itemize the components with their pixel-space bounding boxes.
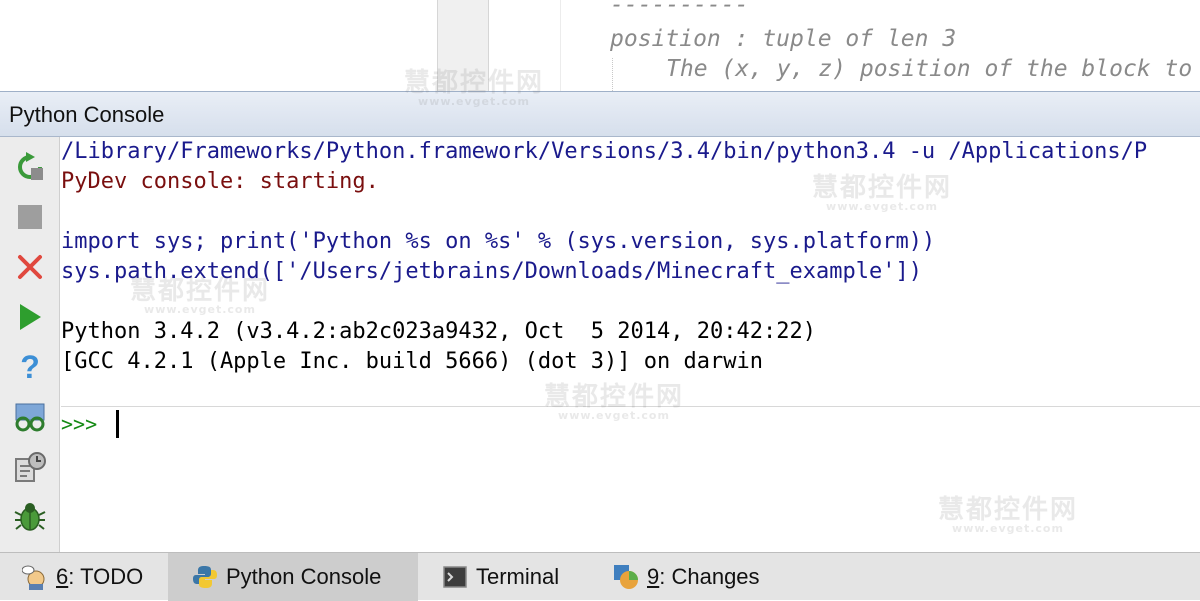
console-line: sys.path.extend(['/Users/jetbrains/Downl… — [61, 259, 922, 284]
console-line: /Library/Frameworks/Python.framework/Ver… — [61, 139, 1148, 164]
console-line: import sys; print('Python %s on %s' % (s… — [61, 229, 936, 254]
console-input[interactable]: >>> — [61, 407, 1200, 552]
panel-title: Python Console — [9, 102, 165, 127]
tab-changes[interactable]: 9: Changes — [613, 553, 760, 601]
text-cursor — [116, 410, 119, 438]
debug-icon — [14, 503, 46, 531]
indent-guide — [612, 58, 613, 91]
rerun-icon — [18, 152, 43, 180]
tab-terminal[interactable]: Terminal — [442, 553, 559, 601]
console-line: Python 3.4.2 (v3.4.2:ab2c023a9432, Oct 5… — [61, 319, 816, 344]
terminal-icon — [442, 564, 468, 590]
tab-mnemonic: 6 — [56, 564, 69, 589]
python-icon — [192, 564, 218, 590]
close-icon — [18, 255, 42, 279]
editor-separator — [560, 0, 561, 91]
help-button[interactable]: ? — [10, 347, 50, 387]
changes-icon — [613, 564, 639, 590]
history-button[interactable] — [10, 447, 50, 487]
stop-icon — [18, 205, 42, 229]
execute-icon — [20, 304, 41, 330]
show-variables-icon — [15, 403, 45, 432]
debug-button[interactable] — [10, 497, 50, 537]
tab-label: : Changes — [659, 564, 760, 589]
tab-todo[interactable]: 6: TODO — [16, 553, 149, 601]
console-output[interactable]: /Library/Frameworks/Python.framework/Ver… — [61, 137, 1200, 407]
editor-fragment: ---------- position : tuple of len 3 The… — [0, 0, 1200, 91]
tab-label: Terminal — [476, 564, 560, 589]
rerun-button[interactable] — [10, 147, 50, 187]
docstring-line: The (x, y, z) position of the block to — [666, 56, 1193, 82]
tab-label: Python Console — [226, 564, 382, 589]
tab-mnemonic: 9 — [647, 564, 660, 589]
console-panel-header: Python Console — [0, 91, 1200, 137]
show-variables-button[interactable] — [10, 397, 50, 437]
history-icon — [15, 452, 46, 482]
docstring-line: ---------- — [610, 0, 749, 18]
todo-icon — [22, 564, 48, 590]
tab-label: : TODO — [68, 564, 144, 589]
console-line: PyDev console: starting. — [61, 169, 379, 194]
console-line: [GCC 4.2.1 (Apple Inc. build 5666) (dot … — [61, 349, 763, 374]
editor-gutter — [437, 0, 489, 91]
help-icon: ? — [20, 348, 40, 385]
tab-python-console[interactable]: Python Console — [168, 553, 418, 601]
docstring-line: position : tuple of len 3 — [610, 26, 957, 52]
stop-button[interactable] — [10, 197, 50, 237]
close-console-button[interactable] — [10, 247, 50, 287]
tool-window-bar: 6: TODO Python Console Terminal 9: Chang… — [0, 552, 1200, 601]
console-prompt: >>> — [61, 412, 98, 436]
execute-button[interactable] — [10, 297, 50, 337]
console-toolbar: ? — [0, 137, 60, 552]
